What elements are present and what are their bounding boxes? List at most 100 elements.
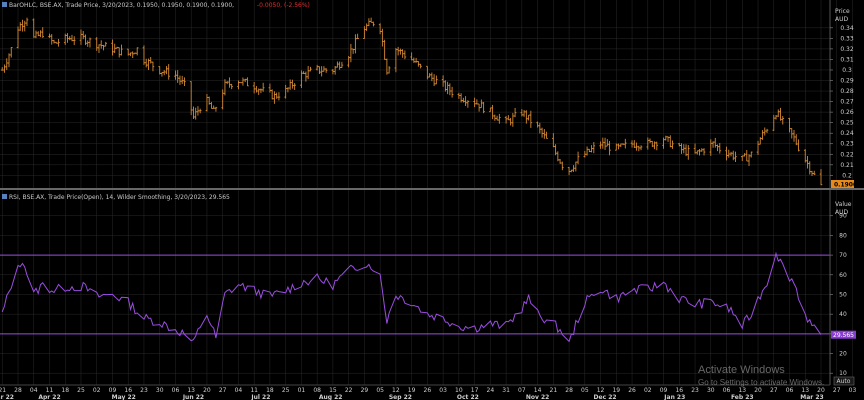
x-day-tick: 25 xyxy=(77,387,85,394)
x-day-tick: 06 xyxy=(723,387,731,394)
rsi-tick-label: 80 xyxy=(839,232,847,239)
price-axis-title: Price xyxy=(835,8,850,15)
price-tick-label: 0.29 xyxy=(840,78,854,85)
price-tick-label: 0.31 xyxy=(840,56,854,63)
price-tick-label: 0.21 xyxy=(840,162,854,169)
x-day-tick: 17 xyxy=(471,387,479,394)
legend-square-icon[interactable] xyxy=(2,2,7,7)
x-month-label: Jul 22 xyxy=(250,394,270,400)
x-day-tick: 11 xyxy=(250,387,258,394)
x-month-label: Sep 22 xyxy=(389,394,412,400)
rsi-tick-label: 10 xyxy=(839,370,847,377)
price-tick-label: 0.25 xyxy=(840,120,854,127)
x-day-tick: 11 xyxy=(46,387,54,394)
ohlc-bar xyxy=(239,82,242,84)
x-day-tick: 14 xyxy=(534,387,542,394)
x-day-tick: 20 xyxy=(754,387,762,394)
x-day-tick: 18 xyxy=(266,387,274,394)
x-day-tick: 13 xyxy=(187,387,195,394)
x-day-tick: 06 xyxy=(172,387,180,394)
rsi-tick-label: 40 xyxy=(839,311,847,318)
x-month-label: Nov 22 xyxy=(526,394,550,400)
x-day-tick: 16 xyxy=(124,387,132,394)
price-tick-label: 0.27 xyxy=(840,99,854,106)
x-day-tick: 05 xyxy=(376,387,384,394)
x-day-tick: 05 xyxy=(581,387,589,394)
rsi-legend: RSI, BSE.AX, Trade Price(Open), 14, Wild… xyxy=(2,194,230,201)
price-tick-label: 0.3 xyxy=(842,67,852,74)
x-day-tick: 07 xyxy=(518,387,526,394)
x-month-label: May 22 xyxy=(112,394,136,400)
rsi-legend-text: RSI, BSE.AX, Trade Price(Open), 14, Wild… xyxy=(9,194,230,201)
x-day-tick: 18 xyxy=(61,387,69,394)
x-day-tick: 16 xyxy=(675,387,683,394)
x-day-tick: 13 xyxy=(801,387,809,394)
x-day-tick: 03 xyxy=(849,387,857,394)
x-month-label: Feb 23 xyxy=(731,394,754,400)
price-tick-label: 0.23 xyxy=(840,141,854,148)
x-month-label: Aug 22 xyxy=(319,394,343,400)
x-month-label: Mar 22 xyxy=(0,394,14,400)
rsi-axis-title: Value xyxy=(835,201,852,208)
x-day-tick: 30 xyxy=(707,387,715,394)
x-day-tick: 13 xyxy=(738,387,746,394)
price-last-tag-text: 0.1900 xyxy=(834,182,857,189)
price-tick-label: 0.22 xyxy=(840,151,854,158)
rsi-tick-label: 60 xyxy=(839,272,847,279)
x-day-tick: 28 xyxy=(14,387,22,394)
x-month-label: Jan 23 xyxy=(663,394,685,400)
price-tick-label: 0.32 xyxy=(840,46,854,53)
price-tick-label: 0.24 xyxy=(840,130,854,137)
x-day-tick: 04 xyxy=(30,387,38,394)
x-day-tick: 27 xyxy=(770,387,778,394)
x-day-tick: 12 xyxy=(392,387,400,394)
x-day-tick: 29 xyxy=(361,387,369,394)
x-day-tick: 15 xyxy=(329,387,337,394)
x-day-tick: 09 xyxy=(660,387,668,394)
price-tick-label: 0.26 xyxy=(840,109,854,116)
x-day-tick: 19 xyxy=(612,387,620,394)
watermark-subtitle: Go to Settings to activate Windows. xyxy=(698,378,824,387)
x-day-tick: 20 xyxy=(203,387,211,394)
x-day-tick: 03 xyxy=(439,387,447,394)
price-legend-change: -0.0050, (-2.56%) xyxy=(257,2,310,9)
price-legend: BarOHLC, BSE.AX, Trade Price, 3/20/2023,… xyxy=(2,2,310,9)
x-month-label: Mar 23 xyxy=(800,394,823,400)
chart-canvas: BarOHLC, BSE.AX, Trade Price, 3/20/2023,… xyxy=(0,0,864,400)
x-day-tick: 23 xyxy=(691,387,699,394)
rsi-tick-label: 50 xyxy=(839,291,847,298)
price-axis-unit: AUD xyxy=(835,16,848,23)
x-day-tick: 20 xyxy=(817,387,825,394)
x-month-label: Jun 22 xyxy=(182,394,204,400)
x-day-tick: 22 xyxy=(345,387,353,394)
x-day-tick: 21 xyxy=(0,387,6,394)
x-day-tick: 02 xyxy=(644,387,652,394)
x-day-tick: 01 xyxy=(298,387,306,394)
x-day-ticks: 21 28 04 11 18 25 02 09 16 23 30 06 13 20 27 04 11 18 25 01… xyxy=(0,387,856,394)
auto-button[interactable]: Auto xyxy=(833,376,855,386)
price-tick-label: 0.2 xyxy=(842,172,852,179)
x-day-tick: 26 xyxy=(424,387,432,394)
x-month-label: Oct 22 xyxy=(457,394,479,400)
x-day-tick: 23 xyxy=(140,387,148,394)
rsi-tick-label: 70 xyxy=(839,252,847,259)
x-day-tick: 04 xyxy=(235,387,243,394)
x-day-tick: 28 xyxy=(565,387,573,394)
rsi-tick-label: 90 xyxy=(839,213,847,220)
watermark-title: Activate Windows xyxy=(698,364,785,376)
legend-square-icon[interactable] xyxy=(2,194,7,199)
x-day-tick: 30 xyxy=(156,387,164,394)
price-tick-label: 0.28 xyxy=(840,88,854,95)
x-day-tick: 02 xyxy=(93,387,101,394)
x-month-label: Apr 22 xyxy=(38,394,60,400)
price-tick-label: 0.34 xyxy=(840,25,854,32)
rsi-tick-label: 20 xyxy=(839,351,847,358)
x-day-tick: 25 xyxy=(282,387,290,394)
x-day-tick: 06 xyxy=(786,387,794,394)
x-day-tick: 31 xyxy=(502,387,510,394)
auto-button-label[interactable]: Auto xyxy=(837,378,851,385)
x-day-tick: 27 xyxy=(219,387,227,394)
price-tick-label: 0.33 xyxy=(840,35,854,42)
x-day-tick: 09 xyxy=(109,387,117,394)
x-day-tick: 12 xyxy=(597,387,605,394)
